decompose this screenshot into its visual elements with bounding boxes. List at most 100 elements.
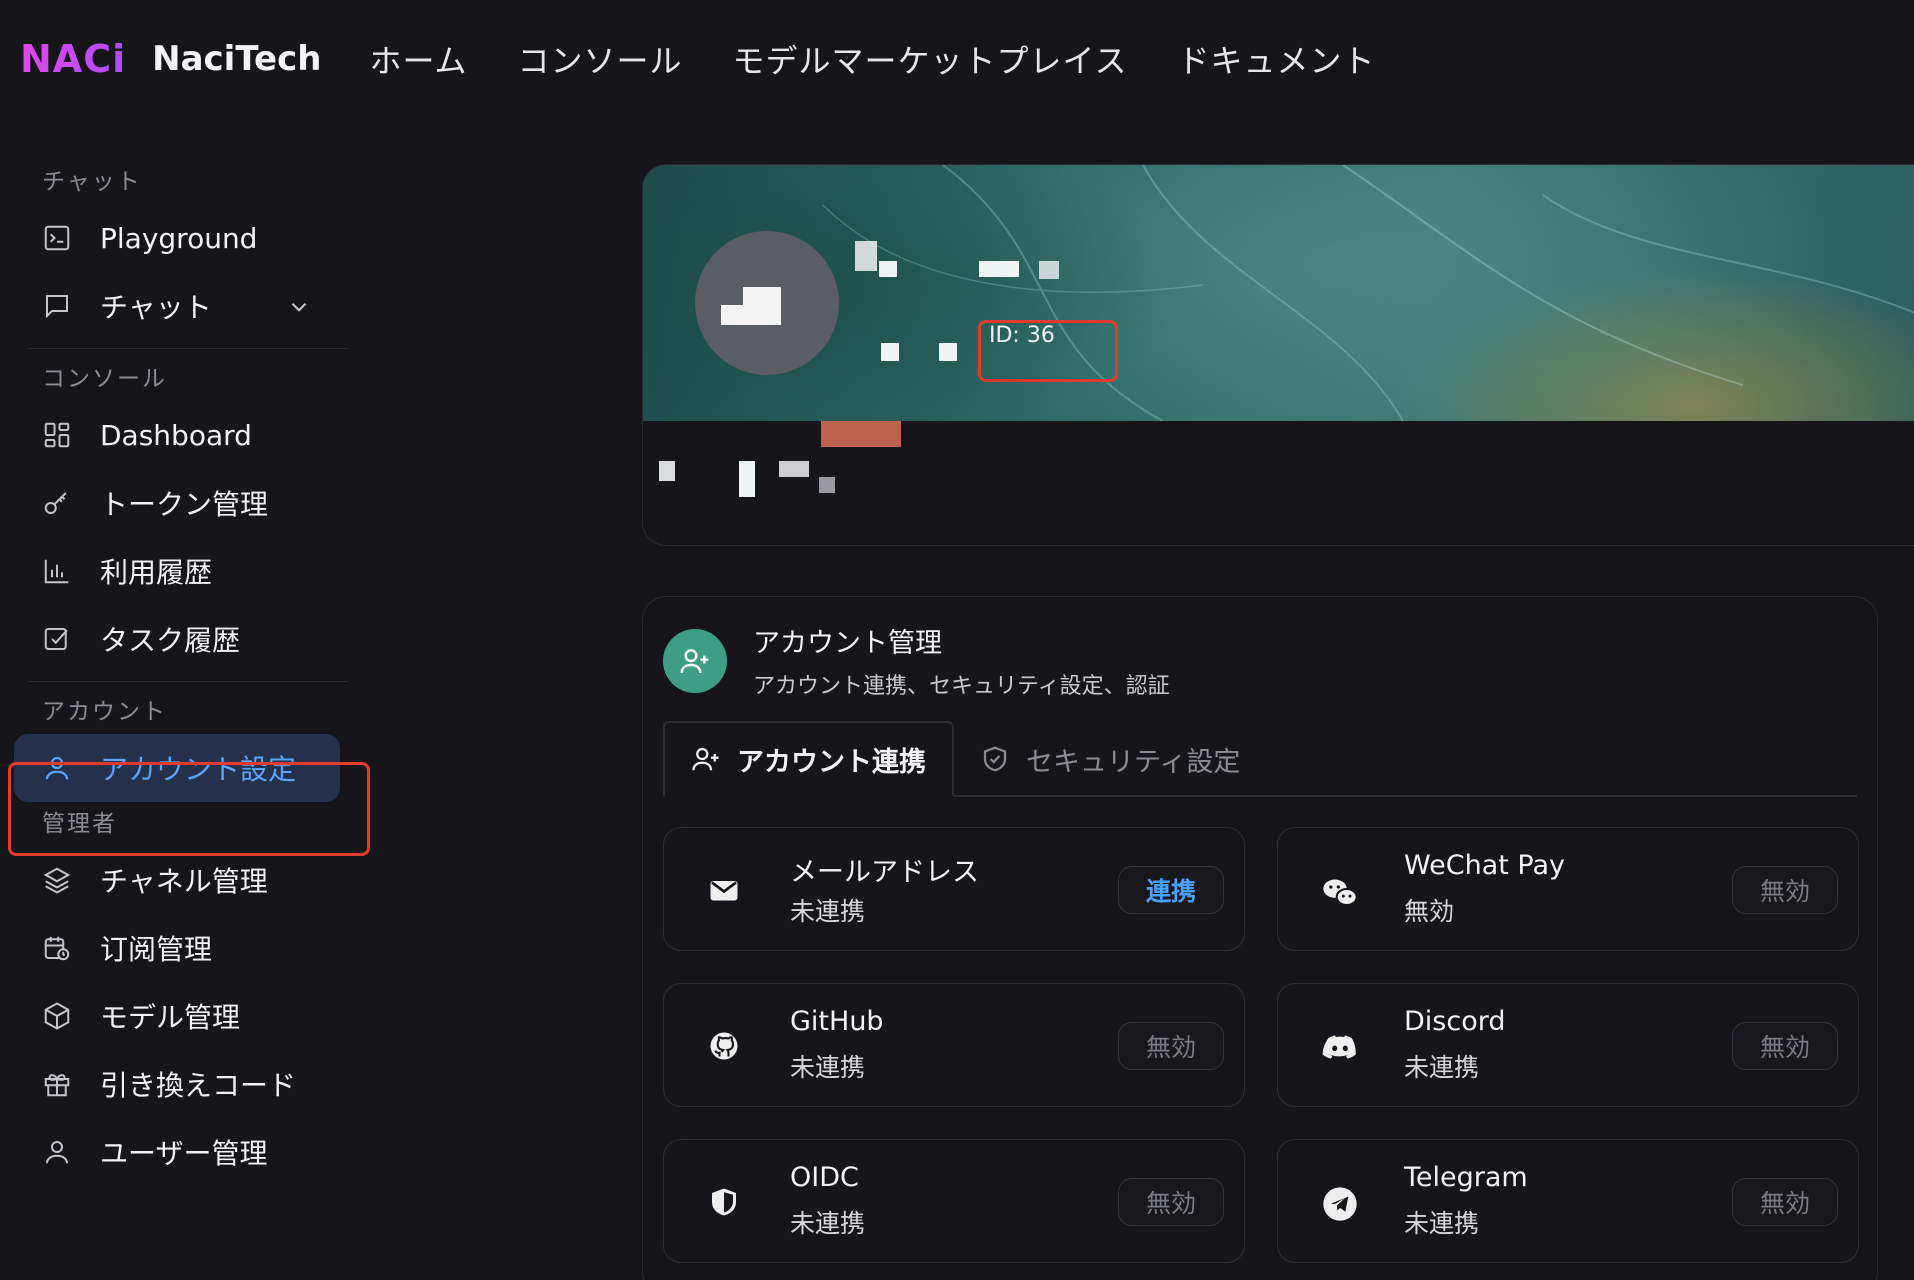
binding-name: GitHub (790, 1006, 884, 1037)
sidebar-divider (28, 348, 348, 349)
username-redacted (1039, 261, 1059, 279)
sidebar: チャット Playground チャット コンソール Dashboard トーク… (0, 160, 360, 1186)
sidebar-item-label: Dashboard (100, 418, 252, 452)
main-nav: ホーム コンソール モデルマーケットプレイス ドキュメント (369, 36, 1425, 82)
brand-logo[interactable]: NACi (20, 37, 126, 81)
balance-redacted (819, 477, 835, 493)
balance-redacted (779, 461, 809, 477)
binding-status: 未連携 (790, 1053, 866, 1082)
chevron-down-icon[interactable] (286, 294, 312, 320)
chat-bubble-icon (42, 291, 72, 321)
bind-email-button[interactable]: 連携 (1118, 866, 1224, 914)
sidebar-item-label: 利用履歴 (100, 556, 213, 589)
sidebar-item-label: トークン管理 (100, 488, 269, 521)
mail-icon (706, 872, 742, 908)
sidebar-item-redeem[interactable]: 引き換えコード (0, 1050, 360, 1118)
bind-github-button[interactable]: 無効 (1118, 1022, 1224, 1070)
sidebar-item-users[interactable]: ユーザー管理 (0, 1118, 360, 1186)
tab-account-binding[interactable]: アカウント連携 (663, 721, 954, 797)
username-redacted (879, 261, 897, 277)
nav-docs[interactable]: ドキュメント (1178, 36, 1376, 82)
bind-wechat-button[interactable]: 無効 (1732, 866, 1838, 914)
role-redacted (881, 343, 899, 361)
gift-icon (42, 1069, 72, 1099)
avatar-pixel (721, 305, 743, 325)
nav-home[interactable]: ホーム (369, 36, 467, 82)
sidebar-item-label: チャネル管理 (100, 865, 268, 898)
sidebar-item-label: Playground (100, 221, 258, 255)
avatar[interactable] (695, 231, 839, 375)
role-redacted (939, 343, 957, 361)
sidebar-item-label: ユーザー管理 (100, 1137, 268, 1170)
telegram-icon (1320, 1184, 1357, 1221)
binding-card-github: GitHub 未連携 無効 (663, 983, 1245, 1107)
binding-card-discord: Discord 未連携 無効 (1277, 983, 1859, 1107)
sidebar-item-usage[interactable]: 利用履歴 (0, 537, 360, 605)
github-icon (706, 1028, 742, 1064)
binding-status: 未連携 (790, 897, 866, 926)
nav-console[interactable]: コンソール (517, 36, 682, 82)
sidebar-section-account: アカウント (42, 699, 167, 725)
top-navigation-bar: NACi NaciTech ホーム コンソール モデルマーケットプレイス ドキュ… (0, 0, 1914, 118)
user-plus-icon (663, 628, 727, 693)
sidebar-item-label: 引き換えコード (100, 1069, 297, 1102)
binding-status: 無効 (1404, 897, 1455, 926)
oidc-shield-icon (706, 1184, 742, 1220)
brand[interactable]: NACi NaciTech (20, 37, 321, 81)
binding-status: 未連携 (1404, 1053, 1480, 1082)
bind-telegram-button[interactable]: 無効 (1732, 1178, 1838, 1226)
balance-redacted (659, 461, 675, 481)
sidebar-section-console: コンソール (42, 366, 167, 392)
wechat-icon (1320, 872, 1358, 908)
bar-chart-icon (42, 556, 72, 586)
binding-card-telegram: Telegram 未連携 無効 (1277, 1139, 1859, 1263)
calendar-clock-icon (42, 933, 72, 963)
tab-security-settings[interactable]: セキュリティ設定 (954, 721, 1266, 797)
terminal-icon (42, 223, 72, 253)
binding-card-oidc: OIDC 未連携 無効 (663, 1139, 1245, 1263)
sidebar-section-chat: チャット (42, 169, 142, 195)
bind-discord-button[interactable]: 無効 (1732, 1022, 1838, 1070)
balance-redacted (739, 461, 755, 497)
account-management-title: アカウント管理 (753, 628, 942, 659)
binding-name: Telegram (1404, 1162, 1528, 1193)
profile-card: ID: 36 (642, 164, 1914, 546)
binding-name: メールアドレス (790, 857, 979, 888)
binding-name: Discord (1404, 1006, 1506, 1037)
binding-card-email: メールアドレス 未連携 連携 (663, 827, 1245, 951)
username-redacted (979, 261, 1019, 277)
sidebar-item-models[interactable]: モデル管理 (0, 982, 360, 1050)
dashboard-grid-icon (42, 420, 72, 450)
sidebar-item-channels[interactable]: チャネル管理 (0, 846, 360, 914)
account-tabs: アカウント連携 セキュリティ設定 (663, 721, 1857, 797)
sidebar-item-tokens[interactable]: トークン管理 (0, 469, 360, 537)
user-icon (42, 1137, 72, 1167)
avatar-pixel (763, 287, 781, 325)
sidebar-divider (28, 681, 348, 682)
layers-icon (42, 865, 72, 895)
account-management-card: アカウント管理 アカウント連携、セキュリティ設定、認証 アカウント連携 セキュリ… (642, 596, 1878, 1280)
username-redacted (855, 241, 877, 271)
cube-icon (42, 1001, 72, 1031)
highlight-annotation (8, 762, 370, 856)
sidebar-item-tasks[interactable]: タスク履歴 (0, 605, 360, 673)
binding-name: OIDC (790, 1162, 859, 1193)
highlight-annotation (978, 320, 1118, 382)
binding-name: WeChat Pay (1404, 850, 1565, 881)
binding-status: 未連携 (790, 1209, 866, 1238)
key-icon (42, 488, 72, 518)
tab-label: セキュリティ設定 (1026, 746, 1241, 778)
checkbox-icon (42, 624, 72, 654)
sidebar-item-dashboard[interactable]: Dashboard (0, 401, 360, 469)
sidebar-item-playground[interactable]: Playground (0, 204, 360, 272)
avatar-pixel (743, 287, 763, 325)
sidebar-item-chat[interactable]: チャット (0, 272, 360, 340)
tab-label: アカウント連携 (737, 746, 926, 778)
brand-name[interactable]: NaciTech (152, 39, 321, 79)
nav-model-marketplace[interactable]: モデルマーケットプレイス (733, 36, 1128, 82)
user-plus-icon (691, 744, 721, 774)
sidebar-item-subscriptions[interactable]: 订阅管理 (0, 914, 360, 982)
discord-icon (1320, 1028, 1356, 1064)
sidebar-item-label: タスク履歴 (100, 624, 241, 657)
bind-oidc-button[interactable]: 無効 (1118, 1178, 1224, 1226)
